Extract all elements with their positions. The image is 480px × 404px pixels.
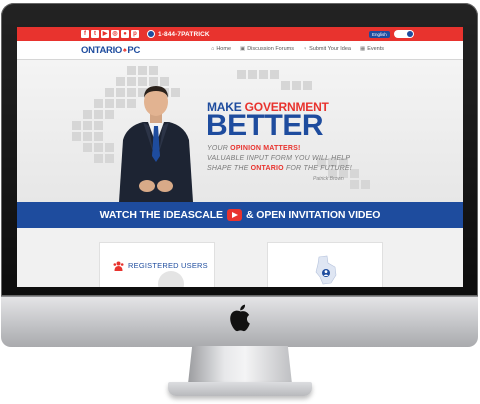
subline-shape-highlight: ONTARIO bbox=[250, 165, 284, 172]
main-nav: ⌂ Home ▣ Discussion Forums ♀ Submit Your… bbox=[211, 46, 384, 52]
calendar-icon: ▦ bbox=[360, 46, 366, 52]
stats-section: REGISTERED USERS bbox=[17, 228, 463, 287]
monitor-stand-base bbox=[168, 382, 312, 396]
nav-submit-idea[interactable]: ♀ Submit Your Idea bbox=[303, 46, 351, 52]
twitter-icon[interactable]: t bbox=[91, 30, 99, 38]
nav-events[interactable]: ▦ Events bbox=[360, 46, 384, 52]
play-button-icon[interactable] bbox=[226, 209, 242, 221]
logo-ontario-text: ONTARIO bbox=[81, 45, 122, 56]
headline-better: BETTER bbox=[206, 109, 324, 142]
hero-section: MAKE GOVERNMENT BETTER YOUR OPINION MATT… bbox=[17, 60, 463, 202]
nav-submit-label: Submit Your Idea bbox=[309, 46, 351, 52]
phone-number[interactable]: 1-844-7PATRICK bbox=[158, 31, 210, 38]
subline-opinion-highlight: OPINION MATTERS! bbox=[230, 145, 301, 152]
subline-opinion-prefix: YOUR bbox=[207, 145, 231, 152]
candidate-photo bbox=[119, 86, 193, 202]
phone-icon bbox=[147, 30, 155, 38]
nav-forums-label: Discussion Forums bbox=[247, 46, 294, 52]
video-banner[interactable]: WATCH THE IDEASCALE & OPEN INVITATION VI… bbox=[17, 202, 463, 228]
nav-home[interactable]: ⌂ Home bbox=[211, 46, 231, 52]
registered-users-count-circle bbox=[158, 271, 184, 287]
registered-users-card: REGISTERED USERS bbox=[99, 242, 215, 287]
lightbulb-icon: ♀ bbox=[302, 46, 308, 52]
video-banner-left-text: WATCH THE IDEASCALE bbox=[99, 209, 223, 221]
nav-home-label: Home bbox=[216, 46, 231, 52]
subline-shape-suffix: FOR THE FUTURE! bbox=[283, 165, 352, 172]
apple-logo-icon bbox=[230, 304, 250, 332]
youtube-icon[interactable]: ▶ bbox=[101, 30, 109, 38]
imac-monitor: f t ▶ ◎ ● p 1-844-7PATRICK English ONTAR… bbox=[0, 0, 480, 404]
subline-shape-prefix: SHAPE THE bbox=[207, 165, 251, 172]
logo-pc-text: PC bbox=[127, 45, 141, 56]
nav-discussion-forums[interactable]: ▣ Discussion Forums bbox=[240, 46, 294, 52]
facebook-icon[interactable]: f bbox=[81, 30, 89, 38]
pinterest-icon[interactable]: p bbox=[131, 30, 139, 38]
language-switcher[interactable]: English bbox=[369, 30, 414, 38]
trillium-icon: ♠ bbox=[123, 47, 127, 54]
navbar: ONTARIO ♠ PC ⌂ Home ▣ Discussion Forums … bbox=[17, 41, 463, 60]
top-bar: f t ▶ ◎ ● p 1-844-7PATRICK English bbox=[17, 27, 463, 41]
video-banner-right-text: & OPEN INVITATION VIDEO bbox=[245, 209, 381, 221]
nav-events-label: Events bbox=[367, 46, 385, 52]
subline-input: VALUABLE INPUT FORM YOU WILL HELP bbox=[207, 155, 351, 162]
social-links: f t ▶ ◎ ● p bbox=[81, 30, 139, 38]
forum-icon: ▣ bbox=[240, 46, 246, 52]
language-label[interactable]: English bbox=[369, 30, 390, 38]
subline-shape: SHAPE THE ONTARIO FOR THE FUTURE! bbox=[207, 165, 352, 172]
signature: Patrick Brown bbox=[313, 176, 344, 182]
monitor-stand-neck bbox=[188, 346, 292, 384]
website-screen: f t ▶ ◎ ● p 1-844-7PATRICK English ONTAR… bbox=[17, 27, 463, 287]
subline-opinion: YOUR OPINION MATTERS! bbox=[207, 145, 301, 152]
ontario-map-card bbox=[267, 242, 383, 287]
users-icon bbox=[113, 261, 124, 271]
registered-users-label: REGISTERED USERS bbox=[128, 261, 208, 270]
ontario-pc-logo[interactable]: ONTARIO ♠ PC bbox=[81, 45, 140, 56]
language-toggle[interactable] bbox=[393, 30, 414, 38]
home-icon: ⌂ bbox=[211, 46, 215, 52]
flickr-icon[interactable]: ● bbox=[121, 30, 129, 38]
instagram-icon[interactable]: ◎ bbox=[111, 30, 119, 38]
ontario-map-icon bbox=[315, 255, 337, 285]
